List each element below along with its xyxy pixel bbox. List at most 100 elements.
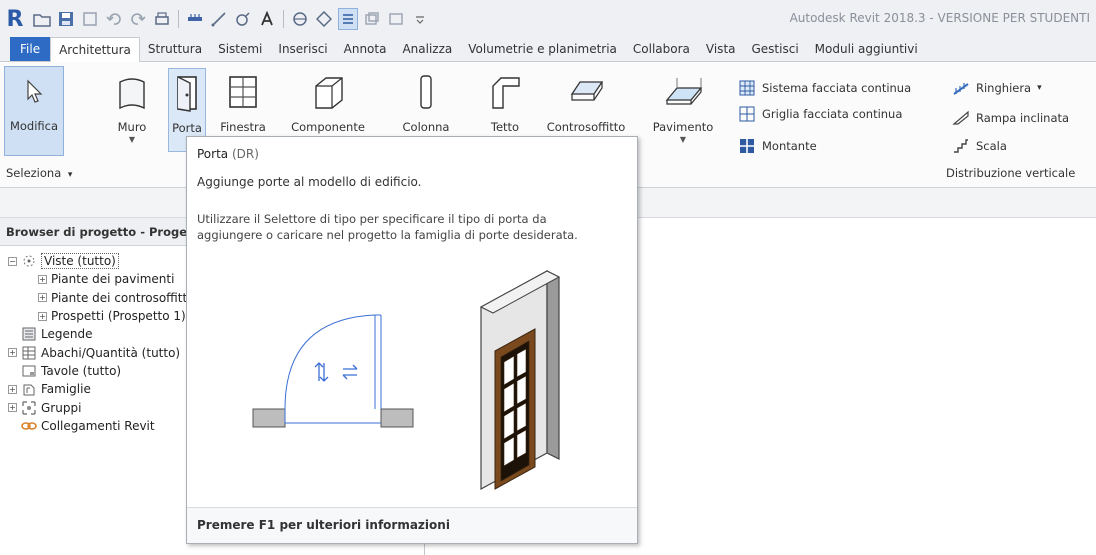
tab-file[interactable]: File (10, 37, 51, 61)
tab-gestisci[interactable]: Gestisci (744, 37, 807, 61)
tree-item-label: Collegamenti Revit (41, 418, 155, 433)
tab-collabora[interactable]: Collabora (625, 37, 698, 61)
tag-icon[interactable] (233, 8, 253, 30)
griglia-facciata-label: Griglia facciata continua (762, 107, 903, 121)
sistema-facciata-button[interactable]: Sistema facciata continua (738, 80, 911, 96)
componente-label: Componente (291, 120, 365, 134)
sistema-facciata-label: Sistema facciata continua (762, 81, 912, 95)
railing-icon (952, 80, 970, 96)
montante-button[interactable]: Montante (738, 138, 817, 154)
expand-icon[interactable]: + (38, 274, 47, 284)
door-3d-illustration (473, 267, 583, 500)
text-icon[interactable] (257, 8, 277, 30)
tab-sistemi[interactable]: Sistemi (210, 37, 270, 61)
component-icon (308, 68, 348, 116)
dropdown-arrow-icon[interactable]: ▼ (680, 135, 686, 144)
tree-item-label: Piante dei controsoffitti (51, 290, 191, 305)
tab-moduli-aggiuntivi[interactable]: Moduli aggiuntivi (807, 37, 926, 61)
group-icon (21, 400, 37, 415)
curtain-grid-icon (738, 106, 756, 122)
seleziona-label: Seleziona (6, 166, 62, 180)
dropdown-arrow-icon[interactable]: ▾ (1037, 83, 1042, 93)
tab-annota[interactable]: Annota (336, 37, 395, 61)
measure-icon[interactable] (185, 8, 205, 30)
roof-icon (485, 68, 525, 116)
muro-button[interactable]: Muro ▼ (112, 68, 152, 152)
modifica-label: Modifica (9, 119, 59, 133)
collapse-icon[interactable]: − (8, 256, 17, 266)
door-plan-illustration (247, 305, 417, 438)
open-icon[interactable] (32, 8, 52, 30)
finestra-label: Finestra (220, 120, 266, 134)
tree-item-label: Prospetti (Prospetto 1) (51, 309, 186, 324)
ringhiera-label: Ringhiera (976, 81, 1032, 95)
tab-volumetrie[interactable]: Volumetrie e planimetria (460, 37, 625, 61)
undo-icon[interactable] (104, 8, 124, 30)
thin-lines-icon[interactable] (338, 8, 358, 30)
tree-item-label: Abachi/Quantità (tutto) (41, 345, 181, 360)
tooltip-f1-hint: Premere F1 per ulteriori informazioni (197, 518, 450, 532)
column-icon (406, 68, 446, 116)
porta-tooltip: Porta (DR) Aggiunge porte al modello di … (186, 136, 638, 544)
ringhiera-button[interactable]: Ringhiera ▾ (952, 80, 1042, 96)
tooltip-help-text: Utilizzare il Selettore di tipo per spec… (197, 211, 627, 243)
sync-icon[interactable] (80, 8, 100, 30)
expand-icon[interactable]: + (38, 293, 47, 303)
ramp-icon (952, 110, 970, 126)
aligned-dimension-icon[interactable] (209, 8, 229, 30)
revit-logo-icon[interactable]: R (0, 0, 30, 38)
curtain-system-icon (738, 80, 756, 96)
tooltip-title: Porta (DR) (197, 147, 259, 161)
pavimento-label: Pavimento (652, 120, 714, 134)
tab-architettura[interactable]: Architettura (50, 37, 140, 62)
pavimento-button[interactable]: Pavimento ▼ (642, 68, 724, 152)
tooltip-description: Aggiunge porte al modello di edificio. (197, 175, 422, 189)
montante-label: Montante (762, 139, 817, 153)
switch-windows-icon[interactable] (386, 8, 406, 30)
tetto-label: Tetto (490, 120, 520, 134)
griglia-facciata-button[interactable]: Griglia facciata continua (738, 106, 902, 122)
chevron-down-icon: ▾ (67, 170, 73, 180)
expand-icon[interactable]: + (8, 348, 17, 358)
expand-icon[interactable]: + (8, 384, 17, 394)
legend-icon (21, 327, 37, 341)
link-icon (21, 419, 37, 433)
close-hidden-icon[interactable] (362, 8, 382, 30)
door-icon (167, 69, 207, 117)
print-icon[interactable] (152, 8, 172, 30)
3d-view-icon[interactable] (290, 8, 310, 30)
quick-access-toolbar: R Autodesk Revit 2018.3 - VERSIONE PER S… (0, 0, 1096, 38)
toolbar-divider (178, 10, 179, 28)
seleziona-dropdown[interactable]: Seleziona ▾ (6, 166, 72, 180)
dropdown-arrow-icon[interactable]: ▼ (129, 135, 135, 144)
section-icon[interactable] (314, 8, 334, 30)
modifica-button[interactable]: Modifica (4, 66, 64, 156)
cursor-arrow-icon (14, 67, 54, 115)
mullion-icon (738, 138, 756, 154)
tab-struttura[interactable]: Struttura (140, 37, 210, 61)
sheet-icon (21, 364, 37, 378)
tab-vista[interactable]: Vista (698, 37, 744, 61)
muro-label: Muro (117, 120, 147, 134)
customize-toolbar-icon[interactable] (410, 8, 430, 30)
ceiling-icon (566, 68, 606, 116)
expand-icon[interactable]: + (38, 311, 47, 321)
tab-inserisci[interactable]: Inserisci (270, 37, 335, 61)
scala-button[interactable]: Scala (952, 138, 1007, 154)
distribuzione-verticale-panel-label: Distribuzione verticale (946, 166, 1076, 180)
save-icon[interactable] (56, 8, 76, 30)
redo-icon[interactable] (128, 8, 148, 30)
scala-label: Scala (976, 139, 1007, 153)
schedule-icon (21, 346, 37, 360)
porta-label: Porta (172, 121, 202, 135)
tab-analizza[interactable]: Analizza (394, 37, 460, 61)
views-icon (21, 254, 37, 268)
expand-icon[interactable]: + (8, 403, 17, 413)
tree-item-label: Legende (41, 327, 93, 342)
window-icon (223, 68, 263, 116)
rampa-button[interactable]: Rampa inclinata (952, 110, 1069, 126)
tooltip-help-line: aggiungere o caricare nel progetto la fa… (197, 228, 578, 242)
wall-icon (112, 68, 152, 116)
toolbar-divider (283, 10, 284, 28)
family-icon (21, 382, 37, 396)
